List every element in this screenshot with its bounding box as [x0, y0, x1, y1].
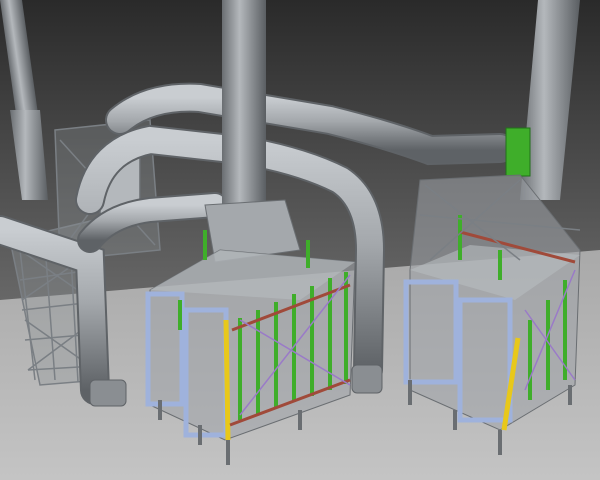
duct-elbow-left	[89, 379, 127, 407]
green-coil-module	[505, 127, 531, 177]
yellow-column	[223, 319, 231, 441]
duct-elbow-right	[351, 364, 383, 394]
plant-3d-view	[0, 0, 600, 480]
